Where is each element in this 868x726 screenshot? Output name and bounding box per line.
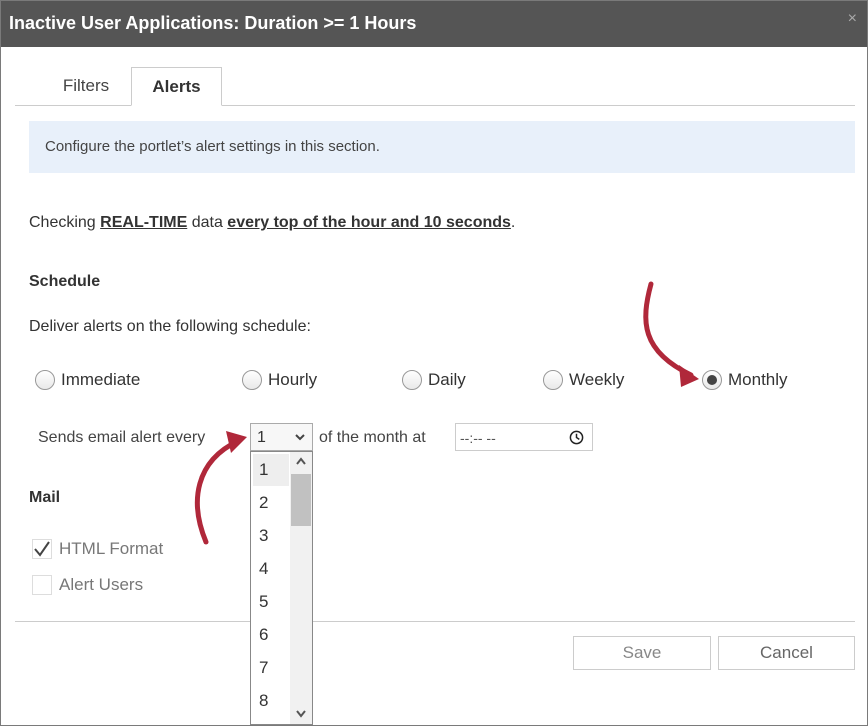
radio-button[interactable] bbox=[402, 370, 422, 390]
annotation-arrow-select bbox=[194, 438, 241, 545]
checkmark-icon bbox=[34, 541, 50, 557]
schedule-heading: Schedule bbox=[29, 273, 101, 290]
dialog-title: Inactive User Applications: Duration >= … bbox=[9, 13, 417, 33]
checking-summary: Checking REAL-TIME data every top of the… bbox=[29, 214, 515, 232]
dropdown-option-2[interactable]: 2 bbox=[253, 487, 289, 519]
tab-filters[interactable]: Filters bbox=[41, 67, 131, 105]
radio-button[interactable] bbox=[35, 370, 55, 390]
dropdown-option-6[interactable]: 6 bbox=[253, 619, 289, 651]
checking-middle: data bbox=[187, 214, 228, 231]
radio-immediate[interactable]: Immediate bbox=[35, 368, 140, 392]
alert-settings-dialog: Inactive User Applications: Duration >= … bbox=[0, 0, 868, 726]
clock-icon[interactable] bbox=[569, 430, 584, 445]
html-format-checkbox-row[interactable]: HTML Format bbox=[32, 538, 163, 560]
title-bar: Inactive User Applications: Duration >= … bbox=[1, 1, 867, 47]
arrow-head-monthly bbox=[679, 365, 699, 387]
deliver-label: Deliver alerts on the following schedule… bbox=[29, 318, 311, 335]
cancel-button[interactable]: Cancel bbox=[718, 636, 855, 670]
radio-label-monthly: Monthly bbox=[728, 370, 788, 389]
scroll-down-icon[interactable] bbox=[295, 709, 307, 719]
html-format-checkbox[interactable] bbox=[32, 539, 52, 559]
radio-label-immediate: Immediate bbox=[61, 370, 141, 389]
dropdown-scroll-thumb[interactable] bbox=[291, 474, 311, 526]
radio-monthly[interactable]: Monthly bbox=[702, 368, 788, 392]
radio-weekly[interactable]: Weekly bbox=[543, 368, 624, 392]
checking-suffix: . bbox=[510, 214, 516, 231]
sends-label: Sends email alert every bbox=[38, 429, 206, 446]
radio-label-weekly: Weekly bbox=[569, 370, 625, 389]
radio-button-selected[interactable] bbox=[702, 370, 722, 390]
dropdown-option-4[interactable]: 4 bbox=[253, 553, 289, 585]
alert-users-checkbox-row[interactable]: Alert Users bbox=[32, 574, 143, 596]
close-icon[interactable]: × bbox=[848, 10, 857, 28]
day-dropdown-list: 1 2 3 4 5 6 7 8 bbox=[250, 451, 313, 725]
day-of-month-select[interactable]: 1 bbox=[250, 423, 313, 451]
info-banner: Configure the portlet’s alert settings i… bbox=[29, 121, 855, 173]
footer-divider bbox=[15, 621, 855, 622]
radio-hourly[interactable]: Hourly bbox=[242, 368, 317, 392]
dropdown-option-3[interactable]: 3 bbox=[253, 520, 289, 552]
day-of-month-value: 1 bbox=[257, 429, 266, 446]
annotation-arrows bbox=[194, 281, 699, 545]
annotation-arrow-monthly bbox=[643, 281, 694, 378]
tab-alerts[interactable]: Alerts bbox=[131, 67, 222, 106]
time-value: --:-- -- bbox=[460, 430, 496, 446]
checking-prefix: Checking bbox=[29, 214, 101, 231]
radio-button[interactable] bbox=[543, 370, 563, 390]
radio-label-daily: Daily bbox=[428, 370, 466, 389]
of-month-label: of the month at bbox=[319, 429, 426, 446]
dropdown-option-8[interactable]: 8 bbox=[253, 685, 289, 717]
frequency-link[interactable]: every top of the hour and 10 seconds bbox=[227, 214, 511, 231]
save-button[interactable]: Save bbox=[573, 636, 711, 670]
radio-daily[interactable]: Daily bbox=[402, 368, 466, 392]
arrow-head-select bbox=[226, 431, 247, 453]
mail-heading: Mail bbox=[29, 489, 61, 506]
dropdown-option-5[interactable]: 5 bbox=[253, 586, 289, 618]
time-input[interactable]: --:-- -- bbox=[455, 423, 593, 451]
radio-label-hourly: Hourly bbox=[268, 370, 318, 389]
data-source-link[interactable]: REAL-TIME bbox=[100, 214, 187, 231]
html-format-label: HTML Format bbox=[59, 539, 164, 558]
dropdown-option-7[interactable]: 7 bbox=[253, 652, 289, 684]
dropdown-option-1[interactable]: 1 bbox=[253, 454, 289, 486]
alert-users-checkbox[interactable] bbox=[32, 575, 52, 595]
scroll-up-icon[interactable] bbox=[295, 456, 307, 466]
radio-button[interactable] bbox=[242, 370, 262, 390]
alert-users-label: Alert Users bbox=[59, 575, 144, 594]
chevron-down-icon bbox=[295, 434, 305, 441]
